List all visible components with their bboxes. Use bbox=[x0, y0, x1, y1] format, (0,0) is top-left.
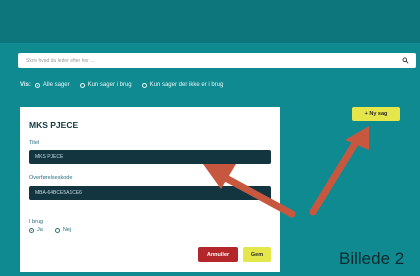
code-field[interactable] bbox=[29, 186, 271, 200]
filter-option-not-in-use[interactable]: Kun sager der ikke er i brug bbox=[141, 82, 224, 88]
caption-label: Billede 2 bbox=[339, 249, 405, 268]
filter-option-in-use[interactable]: Kun sager i brug bbox=[79, 82, 132, 88]
radio-selected-icon[interactable] bbox=[34, 82, 40, 88]
radio-icon[interactable] bbox=[79, 82, 85, 88]
radio-selected-icon[interactable] bbox=[29, 227, 34, 233]
search-bar[interactable] bbox=[18, 53, 416, 68]
title-field-label: Titel bbox=[29, 140, 40, 146]
new-case-button[interactable]: + Ny sag bbox=[352, 107, 400, 121]
filter-option-label: Kun sager i brug bbox=[87, 82, 132, 88]
top-bar bbox=[0, 0, 420, 43]
in-use-option-label: Nej bbox=[62, 227, 72, 233]
code-input[interactable] bbox=[35, 190, 265, 196]
title-input[interactable] bbox=[35, 154, 265, 160]
search-input[interactable] bbox=[26, 57, 396, 64]
filter-option-label: Alle sager bbox=[42, 82, 70, 88]
form-title: MKS PJECE bbox=[29, 120, 79, 130]
radio-icon[interactable] bbox=[54, 227, 60, 233]
code-field-label: Overførelseskode bbox=[29, 175, 73, 181]
filter-option-all[interactable]: Alle sager bbox=[34, 82, 70, 88]
screenshot-canvas: Vis: Alle sager Kun sager i brug Kun sag… bbox=[0, 0, 420, 276]
filter-option-label: Kun sager der ikke er i brug bbox=[149, 82, 224, 88]
filter-label: Vis: bbox=[20, 82, 31, 88]
in-use-label: I brug bbox=[29, 219, 44, 225]
arrow-to-new-case-button-icon bbox=[309, 126, 369, 216]
save-button[interactable]: Gem bbox=[243, 247, 271, 262]
radio-icon[interactable] bbox=[141, 82, 147, 88]
edit-case-form: MKS PJECE Titel Overførelseskode I brug … bbox=[20, 107, 280, 272]
search-icon[interactable] bbox=[402, 57, 409, 64]
in-use-option-label: Ja bbox=[37, 227, 43, 233]
title-field[interactable] bbox=[29, 150, 271, 164]
in-use-option-no[interactable]: Nej bbox=[54, 227, 72, 233]
in-use-option-yes[interactable]: Ja bbox=[29, 227, 43, 233]
filter-bar: Vis: Alle sager Kun sager i brug Kun sag… bbox=[20, 82, 233, 88]
cancel-button[interactable]: Annuller bbox=[198, 247, 238, 262]
in-use-options: Ja Nej bbox=[29, 227, 83, 233]
